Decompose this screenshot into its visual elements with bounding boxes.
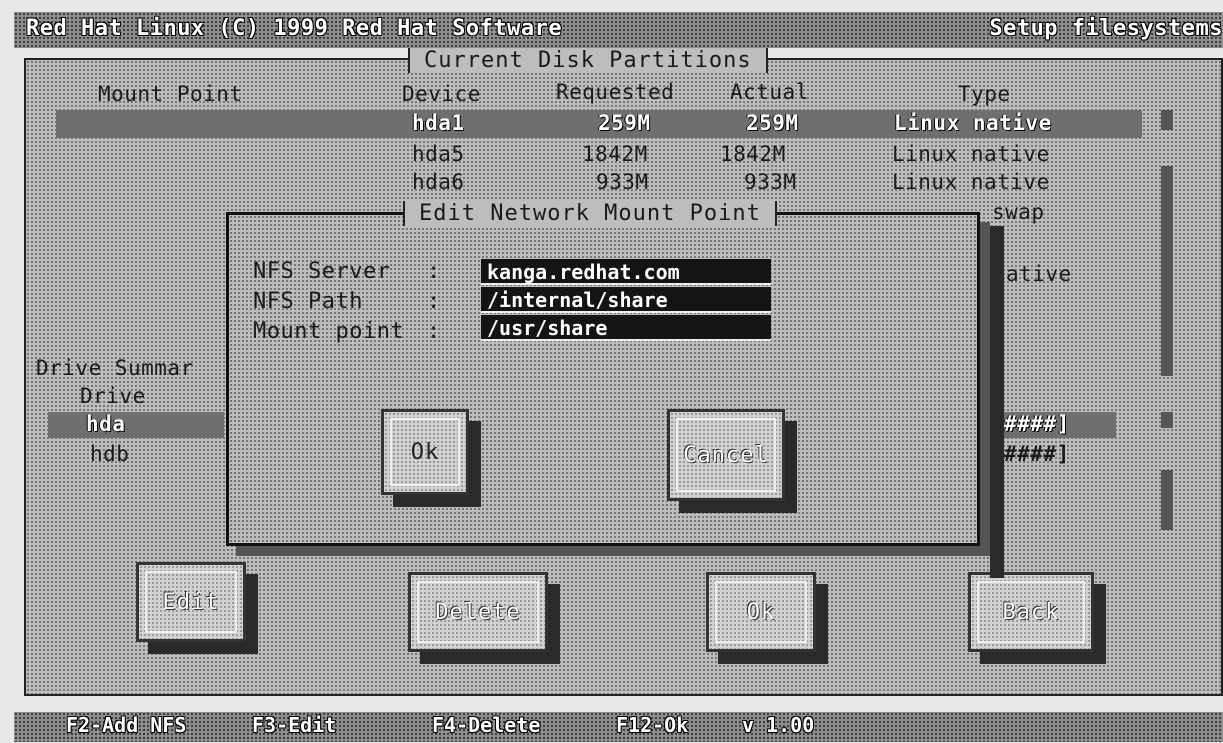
delete-button-label: Delete [417,581,539,643]
drive-name: hda [86,412,126,436]
f3-hint: F3-Edit [252,713,337,737]
ok-button-label: Ok [715,581,807,643]
back-button[interactable]: Back [968,572,1094,652]
row-requested: 259M [598,111,651,135]
dialog-ok-button-label: Ok [390,418,460,486]
drive-bar-tail: ####] [1004,442,1070,466]
partition-row-selected[interactable]: hda1 259M 259M Linux native [56,110,1142,138]
row-device: hda6 [412,170,465,194]
row-requested: 933M [596,170,649,194]
row-actual: 259M [746,111,799,135]
field-separator: : [427,319,441,344]
header-actual: Actual [730,80,809,104]
header-mount-point: Mount Point [98,82,243,106]
edit-button-label: Edit [145,571,237,633]
row-requested: 1842M [582,142,648,166]
back-button-label: Back [977,581,1085,643]
nfs-path-label: NFS Path [253,289,363,314]
scroll-mark [1161,412,1173,428]
scroll-mark [1161,166,1173,376]
dialog-ok-button[interactable]: Ok [381,409,469,495]
status-bar: F2-Add NFS F3-Edit F4-Delete F12-Ok v 1.… [14,712,1223,742]
f2-hint: F2-Add NFS [66,713,187,737]
partitions-frame-title: Current Disk Partitions [408,48,768,73]
drive-bar-tail: ####] [1004,412,1070,436]
scroll-mark [1161,470,1173,530]
field-separator: : [427,259,441,284]
ok-button[interactable]: Ok [706,572,816,652]
row-actual: 933M [744,170,797,194]
dialog-cancel-button-label: Cancel [676,418,776,492]
dialog-cancel-button[interactable]: Cancel [667,409,785,501]
title-bar: Red Hat Linux (C) 1999 Red Hat Software … [14,12,1223,48]
scroll-mark [1161,110,1173,130]
header-device: Device [402,82,481,106]
edit-nfs-dialog: Edit Network Mount Point NFS Server : ka… [226,201,980,546]
row-actual: 1842M [720,142,786,166]
screen-title: Setup filesystems [989,16,1223,41]
row-type: Linux native [894,111,1052,135]
header-requested: Requested [556,80,675,104]
partition-row-type-swap[interactable]: swap [992,200,1045,224]
nfs-path-input[interactable]: /internal/share [481,287,771,313]
drive-bar-selected: ####] [1000,412,1116,438]
drive-row-selected[interactable]: hda [48,412,224,438]
edit-button[interactable]: Edit [136,562,246,642]
header-type: Type [958,82,1011,106]
drive-row[interactable]: hdb [90,442,129,466]
nfs-server-label: NFS Server [253,259,391,284]
f4-hint: F4-Delete [432,713,541,737]
version-label: v 1.00 [742,713,815,737]
partition-row-type-partial[interactable]: ative [1006,262,1072,286]
field-separator: : [427,289,441,314]
mount-point-label: Mount point [253,319,405,344]
drive-summary-title: Drive Summar [36,356,194,380]
drive-column-header: Drive [80,384,146,408]
mount-point-input[interactable]: /usr/share [481,315,771,341]
nfs-server-input[interactable]: kanga.redhat.com [481,259,771,285]
f12-hint: F12-Ok [616,713,689,737]
dialog-title: Edit Network Mount Point [403,201,777,226]
row-type: Linux native [892,170,1050,194]
row-device: hda5 [412,142,465,166]
delete-button[interactable]: Delete [408,572,548,652]
row-device: hda1 [412,111,465,135]
scrollbar[interactable] [990,226,1004,578]
row-type: Linux native [892,142,1050,166]
app-title: Red Hat Linux (C) 1999 Red Hat Software [26,16,563,41]
